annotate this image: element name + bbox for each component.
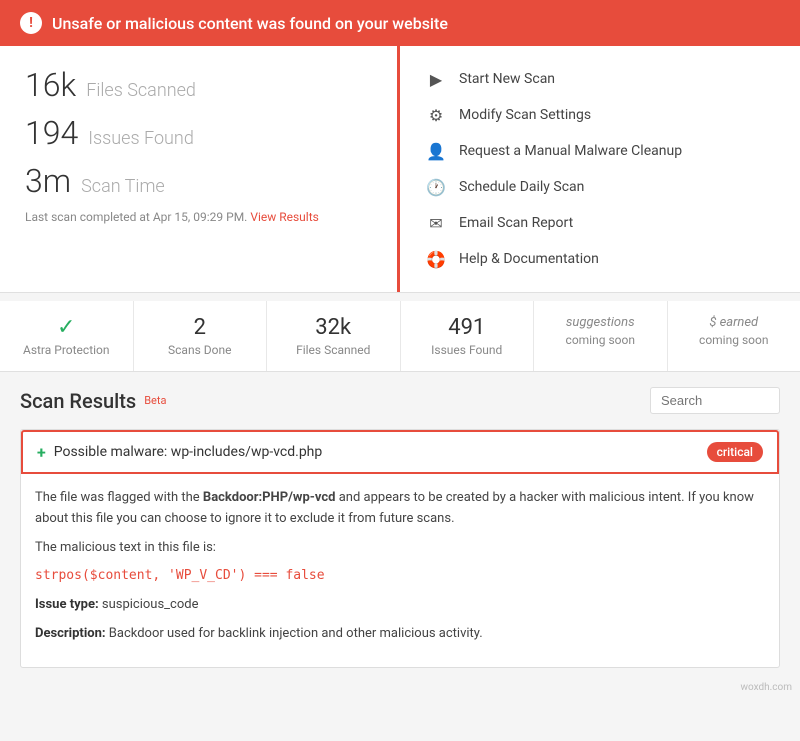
- action-item-start-scan[interactable]: ▶ Start New Scan: [425, 61, 775, 97]
- suggestions-label: coming soon: [544, 333, 657, 347]
- alert-message: Unsafe or malicious content was found on…: [52, 14, 448, 33]
- metric-scans-done: 2 Scans Done: [134, 301, 268, 371]
- issue-type: Issue type: suspicious_code: [35, 595, 765, 616]
- scans-done-label: Scans Done: [144, 343, 257, 357]
- scan-results-header: Scan Results Beta: [20, 387, 780, 414]
- stats-actions-panel: 16k Files Scanned 194 Issues Found 3m Sc…: [0, 46, 800, 293]
- action-item-schedule-scan[interactable]: 🕐 Schedule Daily Scan: [425, 169, 775, 205]
- files-scanned-value: 16k: [25, 66, 76, 104]
- issue-header: + Possible malware: wp-includes/wp-vcd.p…: [21, 430, 779, 474]
- metric-earned: $ earned coming soon: [668, 301, 800, 371]
- metric-astra-protection: ✓ Astra Protection: [0, 301, 134, 371]
- email-report-icon: ✉: [425, 212, 447, 234]
- checkmark-icon: ✓: [57, 315, 75, 340]
- scan-results-section: Scan Results Beta + Possible malware: wp…: [0, 372, 800, 668]
- issue-description: The file was flagged with the Backdoor:P…: [35, 488, 765, 530]
- scans-done-value: 2: [144, 315, 257, 340]
- files-scanned-value: 32k: [277, 315, 390, 340]
- earned-value: $ earned: [678, 315, 791, 330]
- issues-found-label: Issues Found: [88, 128, 194, 149]
- alert-banner: ! Unsafe or malicious content was found …: [0, 0, 800, 46]
- action-item-help-docs[interactable]: 🛟 Help & Documentation: [425, 241, 775, 277]
- view-results-link[interactable]: View Results: [250, 210, 319, 224]
- issue-title-row: + Possible malware: wp-includes/wp-vcd.p…: [37, 443, 322, 462]
- issues-found-row: 194 Issues Found: [25, 114, 372, 152]
- metric-suggestions: suggestions coming soon: [534, 301, 668, 371]
- astra-protection-value: ✓: [10, 315, 123, 340]
- start-scan-icon: ▶: [425, 68, 447, 90]
- last-scan-text: Last scan completed at Apr 15, 09:29 PM.…: [25, 210, 372, 224]
- help-docs-label: Help & Documentation: [459, 251, 599, 267]
- issue-body: The file was flagged with the Backdoor:P…: [21, 474, 779, 667]
- stats-section: 16k Files Scanned 194 Issues Found 3m Sc…: [0, 46, 400, 292]
- issues-found-value: 491: [411, 315, 524, 340]
- beta-badge: Beta: [144, 394, 166, 407]
- issue-description-meta: Description: Backdoor used for backlink …: [35, 624, 765, 645]
- start-scan-label: Start New Scan: [459, 71, 555, 87]
- manual-cleanup-label: Request a Manual Malware Cleanup: [459, 143, 682, 159]
- scan-time-value: 3m: [25, 162, 71, 200]
- email-report-label: Email Scan Report: [459, 215, 573, 231]
- actions-section: ▶ Start New Scan ⚙ Modify Scan Settings …: [400, 46, 800, 292]
- earned-label: coming soon: [678, 333, 791, 347]
- action-item-manual-cleanup[interactable]: 👤 Request a Manual Malware Cleanup: [425, 133, 775, 169]
- scan-time-row: 3m Scan Time: [25, 162, 372, 200]
- scan-results-title: Scan Results Beta: [20, 389, 166, 413]
- manual-cleanup-icon: 👤: [425, 140, 447, 162]
- search-input[interactable]: [650, 387, 780, 414]
- issues-found-label: Issues Found: [411, 343, 524, 357]
- issue-card: + Possible malware: wp-includes/wp-vcd.p…: [20, 429, 780, 668]
- metrics-bar: ✓ Astra Protection 2 Scans Done 32k File…: [0, 301, 800, 372]
- files-scanned-label: Files Scanned: [86, 80, 196, 101]
- modify-settings-icon: ⚙: [425, 104, 447, 126]
- help-docs-icon: 🛟: [425, 248, 447, 270]
- critical-badge: critical: [707, 442, 763, 462]
- alert-icon: !: [20, 12, 42, 34]
- metric-files-scanned: 32k Files Scanned: [267, 301, 401, 371]
- schedule-scan-label: Schedule Daily Scan: [459, 179, 584, 195]
- files-scanned-label: Files Scanned: [277, 343, 390, 357]
- code-snippet: strpos($content, 'WP_V_CD') === false: [35, 566, 765, 587]
- watermark: woxdh.com: [0, 678, 800, 697]
- files-scanned-row: 16k Files Scanned: [25, 66, 372, 104]
- malicious-text-label: The malicious text in this file is:: [35, 538, 765, 559]
- metric-issues-found: 491 Issues Found: [401, 301, 535, 371]
- plus-icon: +: [37, 443, 46, 462]
- astra-protection-label: Astra Protection: [10, 343, 123, 357]
- scan-time-label: Scan Time: [81, 176, 165, 197]
- schedule-scan-icon: 🕐: [425, 176, 447, 198]
- issue-meta: Issue type: suspicious_code Description:…: [35, 595, 765, 645]
- suggestions-value: suggestions: [544, 315, 657, 330]
- issue-title: Possible malware: wp-includes/wp-vcd.php: [54, 444, 323, 460]
- action-item-email-report[interactable]: ✉ Email Scan Report: [425, 205, 775, 241]
- action-item-modify-settings[interactable]: ⚙ Modify Scan Settings: [425, 97, 775, 133]
- modify-settings-label: Modify Scan Settings: [459, 107, 591, 123]
- issues-found-value: 194: [25, 114, 78, 152]
